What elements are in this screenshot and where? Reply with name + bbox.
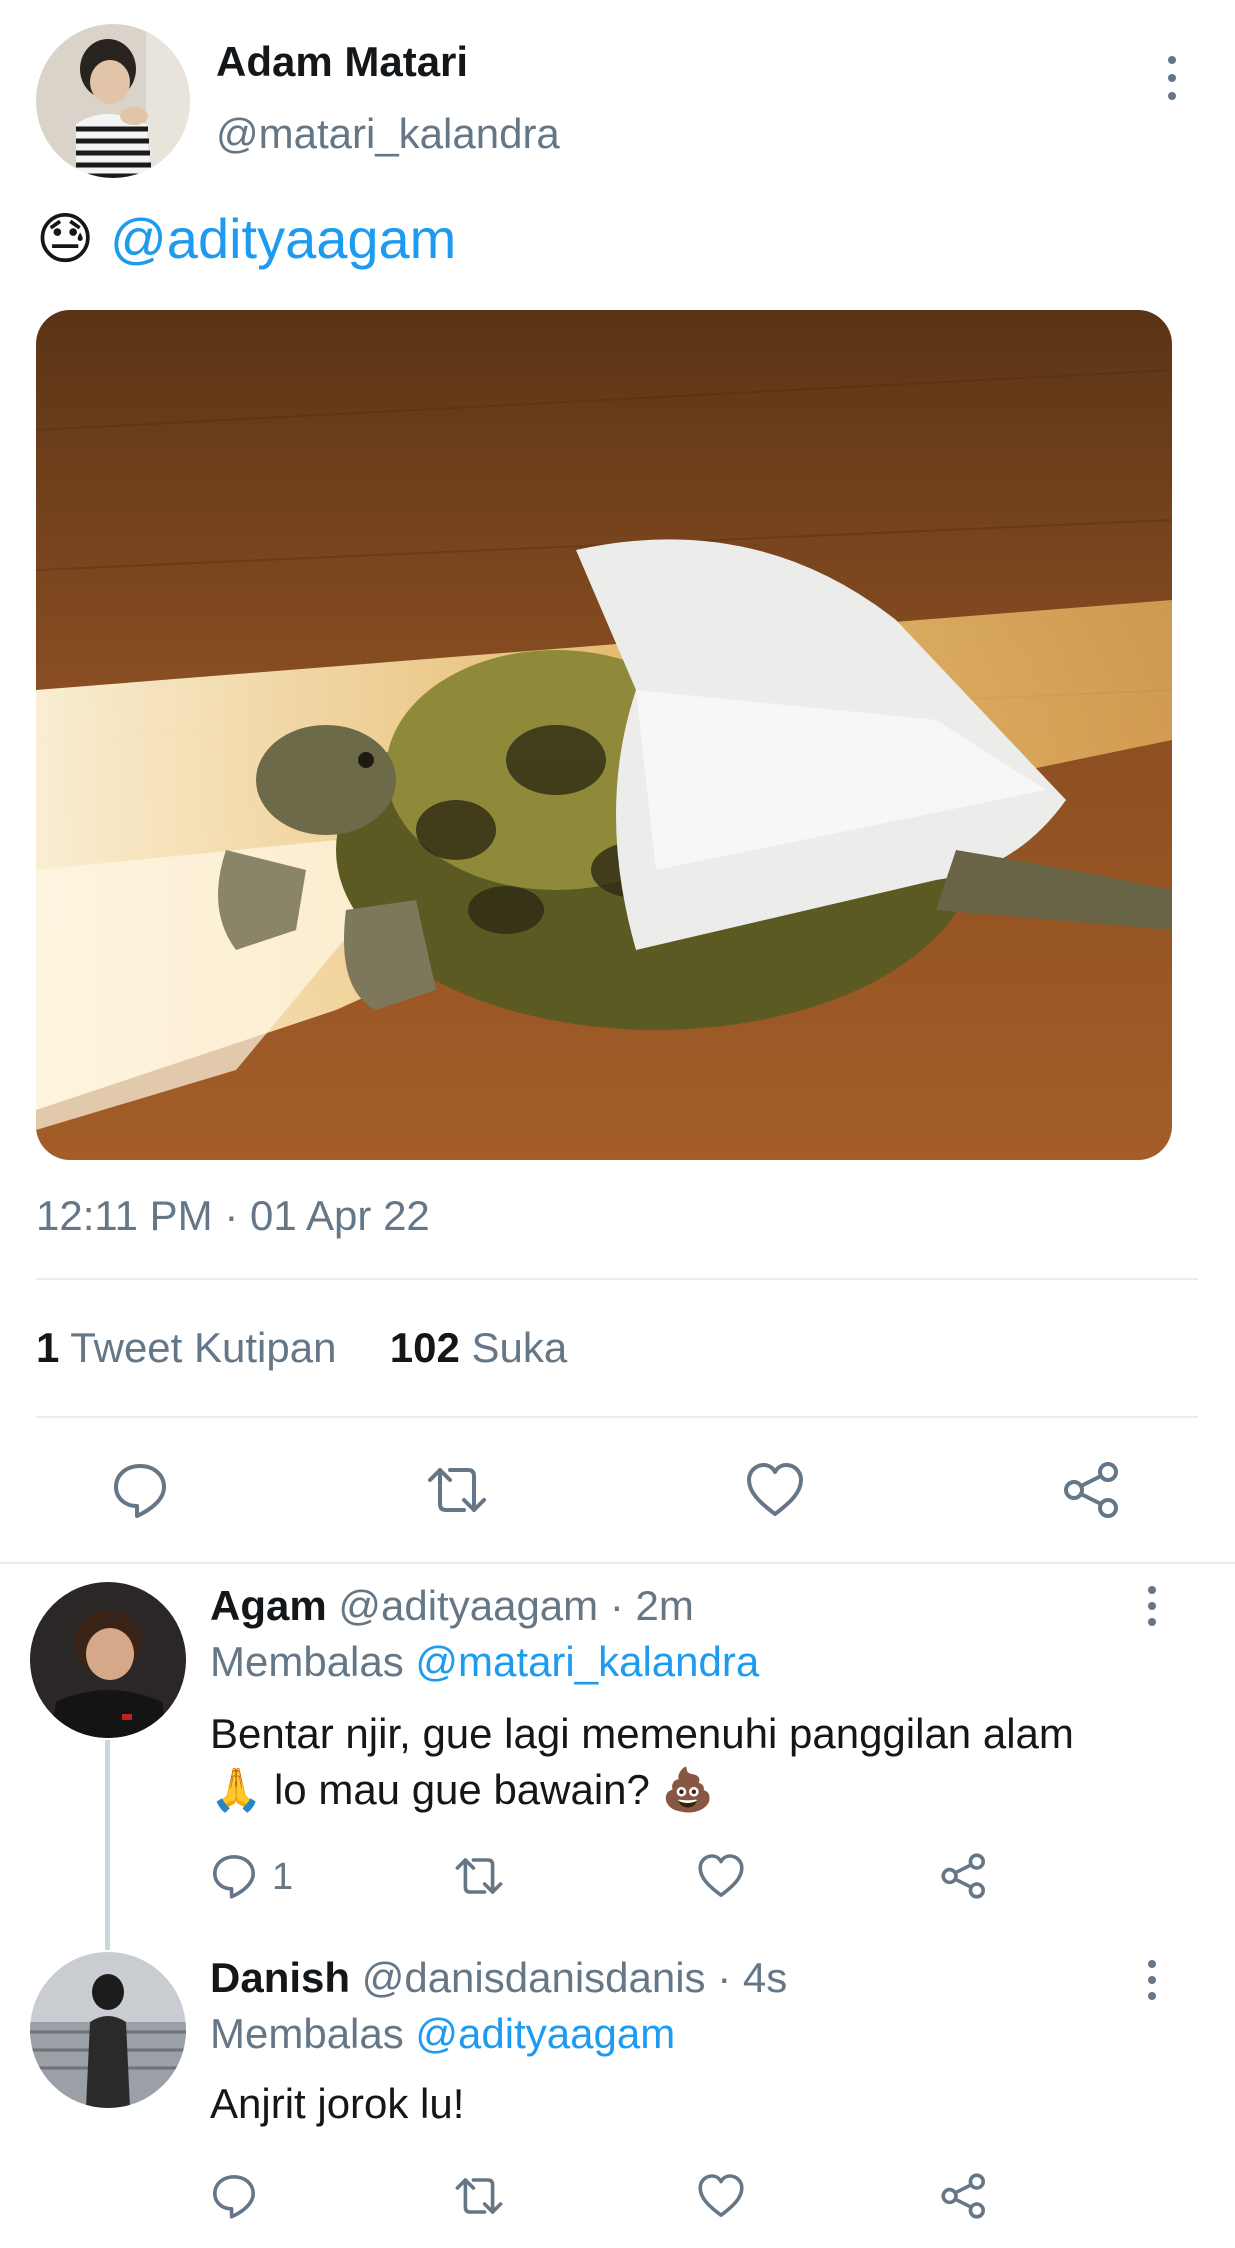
reply-reply-icon[interactable] [210, 1852, 258, 1900]
reply-header: Agam @adityaagam · 2m [210, 1582, 694, 1630]
like-label: Suka [471, 1324, 568, 1371]
reply-text-line2: lo mau gue bawain? [273, 1766, 650, 1813]
reply-share-icon[interactable] [940, 2172, 988, 2220]
replying-to-link[interactable]: @matari_kalandra [415, 1638, 759, 1685]
reply-author-handle[interactable]: @adityaagam [338, 1582, 598, 1629]
reply-retweet-icon[interactable] [452, 2172, 506, 2220]
reply-avatar[interactable] [30, 1952, 186, 2108]
tweet-image[interactable] [36, 310, 1172, 1160]
author-handle[interactable]: @matari_kalandra [216, 110, 560, 158]
pray-emoji: 🙏 [210, 1765, 263, 1814]
quote-count: 1 [36, 1324, 60, 1371]
reply-text-line1: Bentar njir, gue lagi memenuhi panggilan… [210, 1710, 1074, 1757]
like-icon[interactable] [745, 1460, 805, 1520]
like-count: 102 [389, 1324, 460, 1371]
reply-avatar[interactable] [30, 1582, 186, 1738]
more-options-icon[interactable] [1160, 56, 1184, 100]
replying-to-link[interactable]: @adityaagam [415, 2010, 675, 2057]
reply-like-icon[interactable] [697, 1852, 745, 1900]
replying-label: Membalas [210, 1638, 404, 1685]
reply-more-options-icon[interactable] [1140, 1586, 1164, 1626]
author-avatar[interactable] [36, 24, 190, 178]
reply-author-name[interactable]: Agam [210, 1582, 327, 1629]
divider [36, 1416, 1198, 1418]
tweet-mention-link[interactable]: @adityaagam [110, 207, 456, 270]
reply-like-icon[interactable] [697, 2172, 745, 2220]
reply-text: Bentar njir, gue lagi memenuhi panggilan… [210, 1706, 1074, 1818]
divider [36, 1278, 1198, 1280]
reply-header: Danish @danisdanisdanis · 4s [210, 1954, 787, 2002]
tweet-stats: 1 Tweet Kutipan 102 Suka [36, 1324, 567, 1372]
reply-more-options-icon[interactable] [1140, 1960, 1164, 2000]
replying-label: Membalas [210, 2010, 404, 2057]
thread-connector-line [105, 1740, 110, 1950]
share-icon[interactable] [1062, 1460, 1122, 1520]
reply-icon[interactable] [110, 1460, 170, 1520]
tweet-text: 😓 @adityaagam [36, 204, 456, 275]
reply-author-handle[interactable]: @danisdanisdanis [362, 1954, 706, 2001]
tweet-emoji: 😓 [36, 207, 95, 272]
quote-tweets-stat[interactable]: 1 Tweet Kutipan [36, 1324, 348, 1371]
tweet-timestamp[interactable]: 12:11 PM · 01 Apr 22 [36, 1192, 430, 1240]
retweet-icon[interactable] [424, 1460, 490, 1520]
reply-time: · 4s [717, 1954, 788, 2001]
reply-retweet-icon[interactable] [452, 1852, 506, 1900]
section-divider [0, 1562, 1235, 1564]
reply-author-name[interactable]: Danish [210, 1954, 350, 2001]
likes-stat[interactable]: 102 Suka [390, 1324, 567, 1371]
quote-label: Tweet Kutipan [70, 1324, 337, 1371]
author-name[interactable]: Adam Matari [216, 38, 468, 86]
replying-to: Membalas @adityaagam [210, 2010, 675, 2058]
reply-reply-count: 1 [272, 1856, 294, 1898]
replying-to: Membalas @matari_kalandra [210, 1638, 759, 1686]
reply-reply-icon[interactable] [210, 2172, 258, 2220]
turtle-photo-icon [36, 310, 1172, 1160]
poop-emoji: 💩 [661, 1765, 714, 1814]
reply-time: · 2m [609, 1582, 694, 1629]
reply-text: Anjrit jorok lu! [210, 2080, 465, 2127]
reply-share-icon[interactable] [940, 1852, 988, 1900]
